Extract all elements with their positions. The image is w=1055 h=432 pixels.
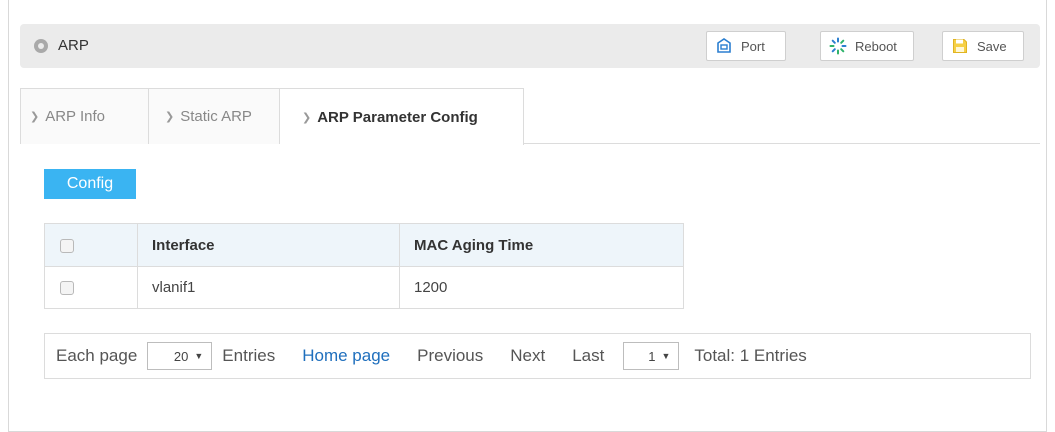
tab-label: ARP Parameter Config bbox=[317, 108, 478, 126]
table-row[interactable]: vlanif1 1200 bbox=[44, 266, 684, 309]
floppy-disk-icon bbox=[951, 37, 969, 55]
table-header-row: Interface MAC Aging Time bbox=[44, 223, 684, 267]
tab-static-arp[interactable]: ❯ Static ARP bbox=[149, 88, 280, 144]
pagination-bar: Each page 20 ▼ Entries Home page Previou… bbox=[44, 333, 1031, 379]
page-size-value: 20 bbox=[173, 348, 189, 364]
last-page-link[interactable]: Last bbox=[572, 346, 604, 366]
home-page-link[interactable]: Home page bbox=[302, 346, 390, 366]
tab-arp-info[interactable]: ❯ ARP Info bbox=[20, 88, 149, 144]
page-size-select[interactable]: 20 ▼ bbox=[147, 342, 213, 370]
save-button-label: Save bbox=[977, 38, 1007, 54]
chevron-right-icon: ❯ bbox=[30, 111, 40, 123]
select-all-cell bbox=[44, 223, 138, 267]
interface-cell: vlanif1 bbox=[137, 266, 400, 309]
port-button[interactable]: Port bbox=[706, 31, 786, 61]
next-page-link[interactable]: Next bbox=[510, 346, 545, 366]
page-number-select[interactable]: 1 ▼ bbox=[623, 342, 680, 370]
chevron-right-icon: ❯ bbox=[165, 111, 175, 123]
page-title: ARP bbox=[58, 37, 89, 54]
entries-label: Entries bbox=[222, 346, 276, 365]
config-button[interactable]: Config bbox=[44, 169, 136, 199]
arp-parameter-table: Interface MAC Aging Time vlanif1 1200 bbox=[44, 223, 684, 309]
tab-arp-parameter-config[interactable]: ❯ ARP Parameter Config bbox=[280, 88, 524, 145]
total-entries-text: Total: 1 Entries bbox=[694, 346, 807, 365]
spinner-icon bbox=[829, 37, 847, 55]
column-header-mac-aging-time[interactable]: MAC Aging Time bbox=[399, 223, 684, 267]
tab-label: ARP Info bbox=[45, 108, 105, 125]
location-icon bbox=[34, 39, 48, 53]
previous-page-link[interactable]: Previous bbox=[417, 346, 483, 366]
arp-panel: ARP Port Reboot Save ❯ ARP Info ❯ Static… bbox=[8, 0, 1047, 432]
each-page-label: Each page bbox=[56, 346, 138, 365]
reboot-button[interactable]: Reboot bbox=[820, 31, 914, 61]
mac-aging-time-cell: 1200 bbox=[399, 266, 684, 309]
panel-header: ARP Port Reboot Save bbox=[20, 24, 1040, 68]
port-icon bbox=[715, 37, 733, 55]
row-checkbox[interactable] bbox=[60, 281, 74, 296]
reboot-button-label: Reboot bbox=[855, 38, 897, 54]
chevron-right-icon: ❯ bbox=[302, 111, 312, 124]
dropdown-arrow-icon: ▼ bbox=[661, 351, 671, 361]
dropdown-arrow-icon: ▼ bbox=[194, 351, 204, 361]
port-button-label: Port bbox=[741, 38, 765, 54]
page-number-value: 1 bbox=[648, 348, 656, 364]
column-header-interface[interactable]: Interface bbox=[137, 223, 400, 267]
tab-label: Static ARP bbox=[180, 108, 252, 125]
tab-bar: ❯ ARP Info ❯ Static ARP ❯ ARP Parameter … bbox=[20, 88, 1040, 145]
save-button[interactable]: Save bbox=[942, 31, 1024, 61]
select-all-checkbox[interactable] bbox=[60, 238, 74, 253]
row-select-cell bbox=[44, 266, 138, 309]
